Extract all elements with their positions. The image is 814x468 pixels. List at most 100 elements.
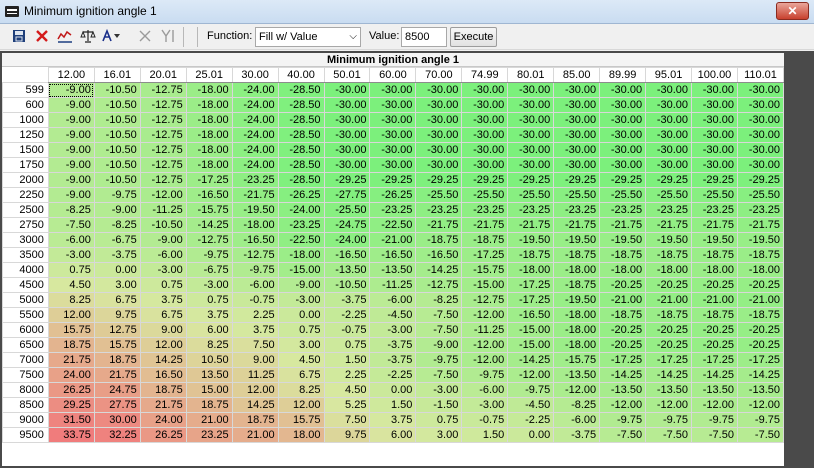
map-cell[interactable]: -20.25 bbox=[736, 322, 785, 338]
map-cell[interactable]: 4.50 bbox=[323, 382, 371, 398]
map-cell[interactable]: 5.25 bbox=[323, 397, 371, 413]
map-cell[interactable]: -28.50 bbox=[277, 157, 325, 173]
map-cell[interactable]: -30.00 bbox=[507, 157, 555, 173]
map-cell[interactable]: -23.25 bbox=[415, 202, 463, 218]
map-cell[interactable]: -30.00 bbox=[369, 127, 417, 143]
map-cell[interactable]: -9.75 bbox=[599, 412, 647, 428]
map-cell[interactable]: -29.25 bbox=[599, 172, 647, 188]
interpolate-icon[interactable] bbox=[102, 28, 120, 45]
column-header[interactable]: 85.00 bbox=[553, 67, 601, 83]
map-cell[interactable]: -12.00 bbox=[461, 307, 509, 323]
map-cell[interactable]: -25.50 bbox=[461, 187, 509, 203]
map-cell[interactable]: -30.00 bbox=[323, 142, 371, 158]
map-cell[interactable]: -30.00 bbox=[323, 112, 371, 128]
map-cell[interactable]: -21.00 bbox=[645, 292, 693, 308]
map-cell[interactable]: -9.75 bbox=[507, 382, 555, 398]
map-cell[interactable]: -9.00 bbox=[139, 232, 187, 248]
map-cell[interactable]: -29.25 bbox=[415, 172, 463, 188]
map-cell[interactable]: 15.75 bbox=[277, 412, 325, 428]
map-cell[interactable]: -28.50 bbox=[277, 82, 325, 98]
map-cell[interactable]: -29.25 bbox=[369, 172, 417, 188]
map-cell[interactable]: 13.50 bbox=[185, 367, 233, 383]
map-cell[interactable]: 6.00 bbox=[369, 427, 417, 443]
map-cell[interactable]: -21.00 bbox=[691, 292, 738, 308]
map-cell[interactable]: -30.00 bbox=[461, 142, 509, 158]
map-cell[interactable]: -19.50 bbox=[599, 232, 647, 248]
map-cell[interactable]: -8.25 bbox=[553, 397, 601, 413]
map-cell[interactable]: -20.25 bbox=[599, 277, 647, 293]
map-cell[interactable]: -18.75 bbox=[507, 247, 555, 263]
map-cell[interactable]: -28.50 bbox=[277, 97, 325, 113]
map-cell[interactable]: -20.25 bbox=[645, 322, 693, 338]
map-cell[interactable]: -20.25 bbox=[645, 337, 693, 353]
map-cell[interactable]: -19.50 bbox=[231, 202, 279, 218]
map-cell[interactable]: -28.50 bbox=[277, 127, 325, 143]
map-cell[interactable]: -29.25 bbox=[645, 172, 693, 188]
map-cell[interactable]: -18.00 bbox=[277, 247, 325, 263]
map-cell[interactable]: -8.25 bbox=[47, 202, 95, 218]
map-cell[interactable]: 9.75 bbox=[323, 427, 371, 443]
map-cell[interactable]: -15.00 bbox=[461, 277, 509, 293]
map-cell[interactable]: -16.50 bbox=[507, 307, 555, 323]
map-cell[interactable]: -11.25 bbox=[461, 322, 509, 338]
map-cell[interactable]: -23.25 bbox=[461, 202, 509, 218]
map-cell[interactable]: -11.25 bbox=[139, 202, 187, 218]
map-cell[interactable]: -18.00 bbox=[736, 262, 785, 278]
map-cell[interactable]: -9.00 bbox=[277, 277, 325, 293]
map-cell[interactable]: -15.00 bbox=[507, 322, 555, 338]
map-cell[interactable]: -30.00 bbox=[323, 127, 371, 143]
map-cell[interactable]: -6.00 bbox=[231, 277, 279, 293]
map-cell[interactable]: -24.00 bbox=[323, 232, 371, 248]
map-cell[interactable]: -10.50 bbox=[93, 172, 141, 188]
map-cell[interactable]: -30.00 bbox=[507, 127, 555, 143]
map-cell[interactable]: -30.00 bbox=[507, 82, 555, 98]
map-cell[interactable]: -10.50 bbox=[139, 217, 187, 233]
map-cell[interactable]: -9.75 bbox=[93, 187, 141, 203]
map-cell[interactable]: 8.25 bbox=[277, 382, 325, 398]
map-cell[interactable]: -9.00 bbox=[93, 202, 141, 218]
row-header[interactable]: 3000 bbox=[2, 232, 49, 248]
map-cell[interactable]: 18.75 bbox=[231, 412, 279, 428]
map-cell[interactable]: -18.75 bbox=[599, 247, 647, 263]
map-cell[interactable]: -23.25 bbox=[231, 172, 279, 188]
map-cell[interactable]: -9.75 bbox=[231, 262, 279, 278]
map-cell[interactable]: 24.75 bbox=[93, 382, 141, 398]
row-header[interactable]: 9000 bbox=[2, 412, 49, 428]
map-cell[interactable]: -11.25 bbox=[369, 277, 417, 293]
row-header[interactable]: 1250 bbox=[2, 127, 49, 143]
map-cell[interactable]: -18.00 bbox=[185, 142, 233, 158]
map-cell[interactable]: -9.00 bbox=[47, 142, 95, 158]
map-cell[interactable]: -21.75 bbox=[553, 217, 601, 233]
map-cell[interactable]: -30.00 bbox=[323, 157, 371, 173]
map-cell[interactable]: 4.50 bbox=[47, 277, 95, 293]
map-cell[interactable]: -9.00 bbox=[47, 172, 95, 188]
map-cell[interactable]: -12.00 bbox=[736, 397, 785, 413]
map-cell[interactable]: 18.75 bbox=[185, 397, 233, 413]
column-header[interactable]: 74.99 bbox=[461, 67, 509, 83]
map-cell[interactable]: -16.50 bbox=[323, 247, 371, 263]
map-cell[interactable]: -20.25 bbox=[599, 337, 647, 353]
map-cell[interactable]: -9.75 bbox=[415, 352, 463, 368]
map-cell[interactable]: -23.25 bbox=[599, 202, 647, 218]
map-cell[interactable]: 0.75 bbox=[47, 262, 95, 278]
map-cell[interactable]: -29.25 bbox=[461, 172, 509, 188]
map-cell[interactable]: -21.00 bbox=[736, 292, 785, 308]
map-cell[interactable]: -24.00 bbox=[231, 112, 279, 128]
map-cell[interactable]: 7.50 bbox=[323, 412, 371, 428]
map-cell[interactable]: -26.25 bbox=[277, 187, 325, 203]
map-cell[interactable]: 0.00 bbox=[507, 427, 555, 443]
map-cell[interactable]: -0.75 bbox=[231, 292, 279, 308]
map-cell[interactable]: -12.75 bbox=[139, 112, 187, 128]
map-cell[interactable]: -15.75 bbox=[461, 262, 509, 278]
map-cell[interactable]: -3.00 bbox=[47, 247, 95, 263]
map-cell[interactable]: 27.75 bbox=[93, 397, 141, 413]
map-cell[interactable]: -2.25 bbox=[323, 307, 371, 323]
map-cell[interactable]: -10.50 bbox=[323, 277, 371, 293]
row-header[interactable]: 1000 bbox=[2, 112, 49, 128]
map-cell[interactable]: 3.00 bbox=[277, 337, 325, 353]
map-cell[interactable]: -3.00 bbox=[369, 322, 417, 338]
map-cell[interactable]: -30.00 bbox=[507, 112, 555, 128]
map-cell[interactable]: 3.75 bbox=[231, 322, 279, 338]
map-cell[interactable]: -20.25 bbox=[599, 322, 647, 338]
map-cell[interactable]: -24.00 bbox=[231, 157, 279, 173]
